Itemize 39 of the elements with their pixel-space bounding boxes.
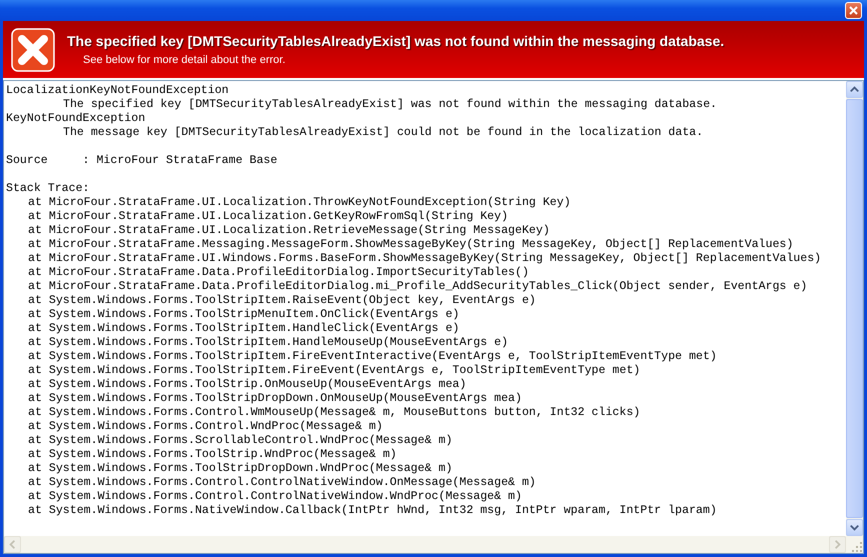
close-button[interactable] bbox=[845, 2, 862, 19]
exception-name: KeyNotFoundException bbox=[6, 112, 146, 126]
exception-name: LocalizationKeyNotFoundException bbox=[6, 84, 229, 98]
stack-frame: at System.Windows.Forms.ToolStripItem.RaiseEvent(Object key, EventArgs e) bbox=[6, 294, 536, 308]
stack-frame: at MicroFour.StrataFrame.Messaging.MessageForm.ShowMessageByKey(String MessageKey, Object[] ReplacementValues) bbox=[6, 238, 794, 252]
error-x-icon bbox=[11, 28, 55, 72]
stack-frame: at MicroFour.StrataFrame.UI.Windows.Forms.BaseForm.ShowMessageByKey(String MessageKey, Object[] ReplacementValues) bbox=[6, 252, 822, 266]
stack-frame: at System.Windows.Forms.ToolStripItem.HandleMouseUp(MouseEventArgs e) bbox=[6, 336, 508, 350]
stack-frame: at System.Windows.Forms.Control.ControlNativeWindow.WndProc(Message& m) bbox=[6, 490, 522, 504]
source-line: Source : MicroFour StrataFrame Base bbox=[6, 154, 278, 168]
stack-frame: at MicroFour.StrataFrame.UI.Localization.GetKeyRowFromSql(String Key) bbox=[6, 210, 508, 224]
error-title: The specified key [DMTSecurityTablesAlreadyExist] was not found within the messaging database. bbox=[67, 33, 724, 49]
stack-frame: at MicroFour.StrataFrame.Data.ProfileEditorDialog.ImportSecurityTables() bbox=[6, 266, 529, 280]
error-subtitle: See below for more detail about the error. bbox=[82, 54, 286, 66]
stack-frame: at System.Windows.Forms.Control.WmMouseUp(Message& m, MouseButtons button, Int32 clicks) bbox=[6, 406, 640, 420]
horizontal-scrollbar[interactable] bbox=[4, 536, 846, 553]
stack-frame: at MicroFour.StrataFrame.Data.ProfileEditorDialog.mi_Profile_AddSecurityTables_Click(Object sender, EventArgs e) bbox=[6, 280, 808, 294]
stack-frame: at System.Windows.Forms.ToolStripMenuItem.OnClick(EventArgs e) bbox=[6, 308, 460, 322]
stack-frame: at MicroFour.StrataFrame.UI.Localization.ThrowKeyNotFoundException(String Key) bbox=[6, 196, 571, 210]
resize-grip-icon[interactable] bbox=[851, 541, 863, 553]
stack-frame: at System.Windows.Forms.ToolStripDropDown.OnMouseUp(MouseEventArgs mea) bbox=[6, 392, 522, 406]
stack-frame: at System.Windows.Forms.ToolStrip.OnMouseUp(MouseEventArgs mea) bbox=[6, 378, 466, 392]
stack-frame: at System.Windows.Forms.ScrollableControl.WndProc(Message& m) bbox=[6, 434, 452, 448]
exception-message: The message key [DMTSecurityTablesAlreadyExist] could not be found in the localization data. bbox=[62, 126, 704, 140]
scroll-up-button[interactable] bbox=[846, 81, 863, 98]
stack-frame: at System.Windows.Forms.ToolStripItem.HandleClick(EventArgs e) bbox=[6, 322, 460, 336]
close-icon bbox=[848, 5, 859, 16]
stack-frame: at MicroFour.StrataFrame.UI.Localization.RetrieveMessage(String MessageKey) bbox=[6, 224, 550, 238]
stack-frame: at System.Windows.Forms.ToolStripItem.FireEvent(EventArgs e, ToolStripItemEventType met) bbox=[6, 364, 640, 378]
stack-trace-label: Stack Trace: bbox=[6, 182, 90, 196]
stack-frame: at System.Windows.Forms.NativeWindow.Callback(IntPtr hWnd, Int32 msg, IntPtr wparam, IntPtr lparam) bbox=[6, 504, 717, 518]
stack-frame: at System.Windows.Forms.Control.WndProc(Message& m) bbox=[6, 420, 383, 434]
scroll-down-button[interactable] bbox=[846, 519, 863, 536]
stack-frame: at System.Windows.Forms.Control.ControlNativeWindow.OnMessage(Message& m) bbox=[6, 476, 536, 490]
stack-frame: at System.Windows.Forms.ToolStripItem.FireEventInteractive(EventArgs e, ToolStripItemEventType met) bbox=[6, 350, 717, 364]
stack-frame: at System.Windows.Forms.ToolStripDropDown.WndProc(Message& m) bbox=[6, 462, 452, 476]
scroll-left-button[interactable] bbox=[4, 536, 21, 553]
stack-frame: at System.Windows.Forms.ToolStrip.WndProc(Message& m) bbox=[6, 448, 397, 462]
exception-message: The specified key [DMTSecurityTablesAlreadyExist] was not found within the messaging database. bbox=[62, 98, 717, 112]
